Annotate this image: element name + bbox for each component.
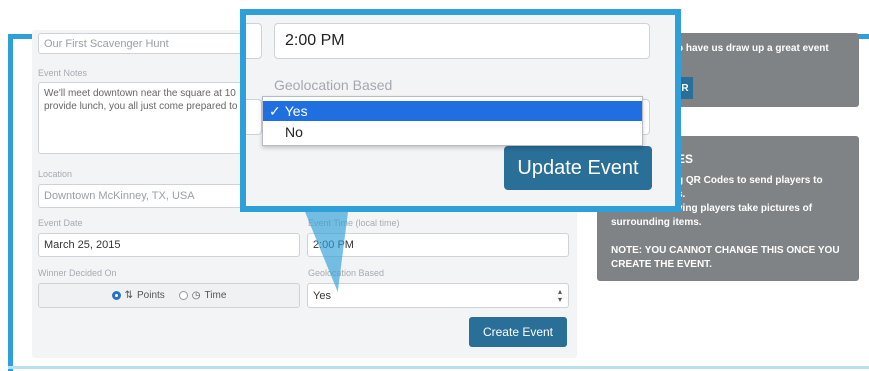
- update-event-button[interactable]: Update Event: [504, 146, 652, 190]
- points-radio-label: Points: [137, 290, 165, 301]
- event-date-label: Event Date: [38, 218, 83, 228]
- event-notes-line: We'll meet downtown near the square at 1…: [44, 88, 236, 99]
- sidebar-card-line: ving players take pictures of: [677, 203, 813, 214]
- checkmark-icon: ✓: [269, 102, 281, 119]
- dropdown-option-label: Yes: [284, 103, 308, 119]
- location-value: Downtown McKinney, TX, USA: [44, 190, 195, 202]
- event-title-value: Our First Scavenger Hunt: [44, 37, 169, 50]
- sidebar-card-line: g QR Codes to send players to: [677, 175, 823, 186]
- event-notes-textarea[interactable]: We'll meet downtown near the square at 1…: [38, 82, 246, 154]
- event-notes-line: provide lunch, you all just come prepare…: [44, 101, 238, 112]
- location-input[interactable]: Downtown McKinney, TX, USA: [38, 184, 246, 208]
- winner-decided-radio-group: ⇅ Points ◷ Time: [38, 283, 300, 308]
- zoom-partial-radio-group: [246, 99, 262, 135]
- geolocation-dropdown-menu: ✓ Yes No: [262, 96, 643, 146]
- points-icon: ⇅: [124, 290, 133, 301]
- time-radio-label: Time: [204, 290, 227, 301]
- dropdown-option-label: No: [285, 124, 303, 140]
- event-title-input[interactable]: Our First Scavenger Hunt: [38, 33, 246, 54]
- zoom-event-time-value: 2:00 PM: [285, 32, 345, 49]
- sidebar-card-top-text: o have us draw up a great event: [677, 43, 829, 54]
- time-radio[interactable]: [178, 291, 188, 300]
- event-notes-label: Event Notes: [38, 68, 88, 78]
- zoom-geolocation-label: Geolocation Based: [274, 77, 393, 93]
- screenshot-stage: Our First Scavenger Hunt Event Notes We'…: [0, 0, 869, 371]
- highlight-frame-left: [8, 34, 13, 371]
- zoom-event-time-input[interactable]: 2:00 PM: [274, 23, 650, 59]
- winner-decided-label: Winner Decided On: [38, 268, 117, 278]
- sidebar-card-line: surrounding items.: [611, 217, 702, 228]
- points-radio[interactable]: [111, 291, 121, 300]
- clock-icon: ◷: [191, 290, 201, 301]
- event-date-value: March 25, 2015: [44, 239, 121, 251]
- zoom-partial-input: [246, 23, 262, 59]
- sidebar-card-note: CREATE THE EVENT.: [611, 259, 712, 270]
- location-label: Location: [38, 169, 73, 179]
- create-event-button[interactable]: Create Event: [469, 317, 567, 347]
- highlight-frame-bottom: [8, 366, 869, 369]
- sidebar-card-note: NOTE: YOU CANNOT CHANGE THIS ONCE YOU: [611, 245, 840, 256]
- dropdown-option-no[interactable]: No: [263, 122, 642, 142]
- select-arrows-icon: ▴ ▾: [557, 287, 562, 304]
- dropdown-option-yes[interactable]: ✓ Yes: [263, 101, 642, 121]
- event-date-input[interactable]: March 25, 2015: [38, 233, 300, 257]
